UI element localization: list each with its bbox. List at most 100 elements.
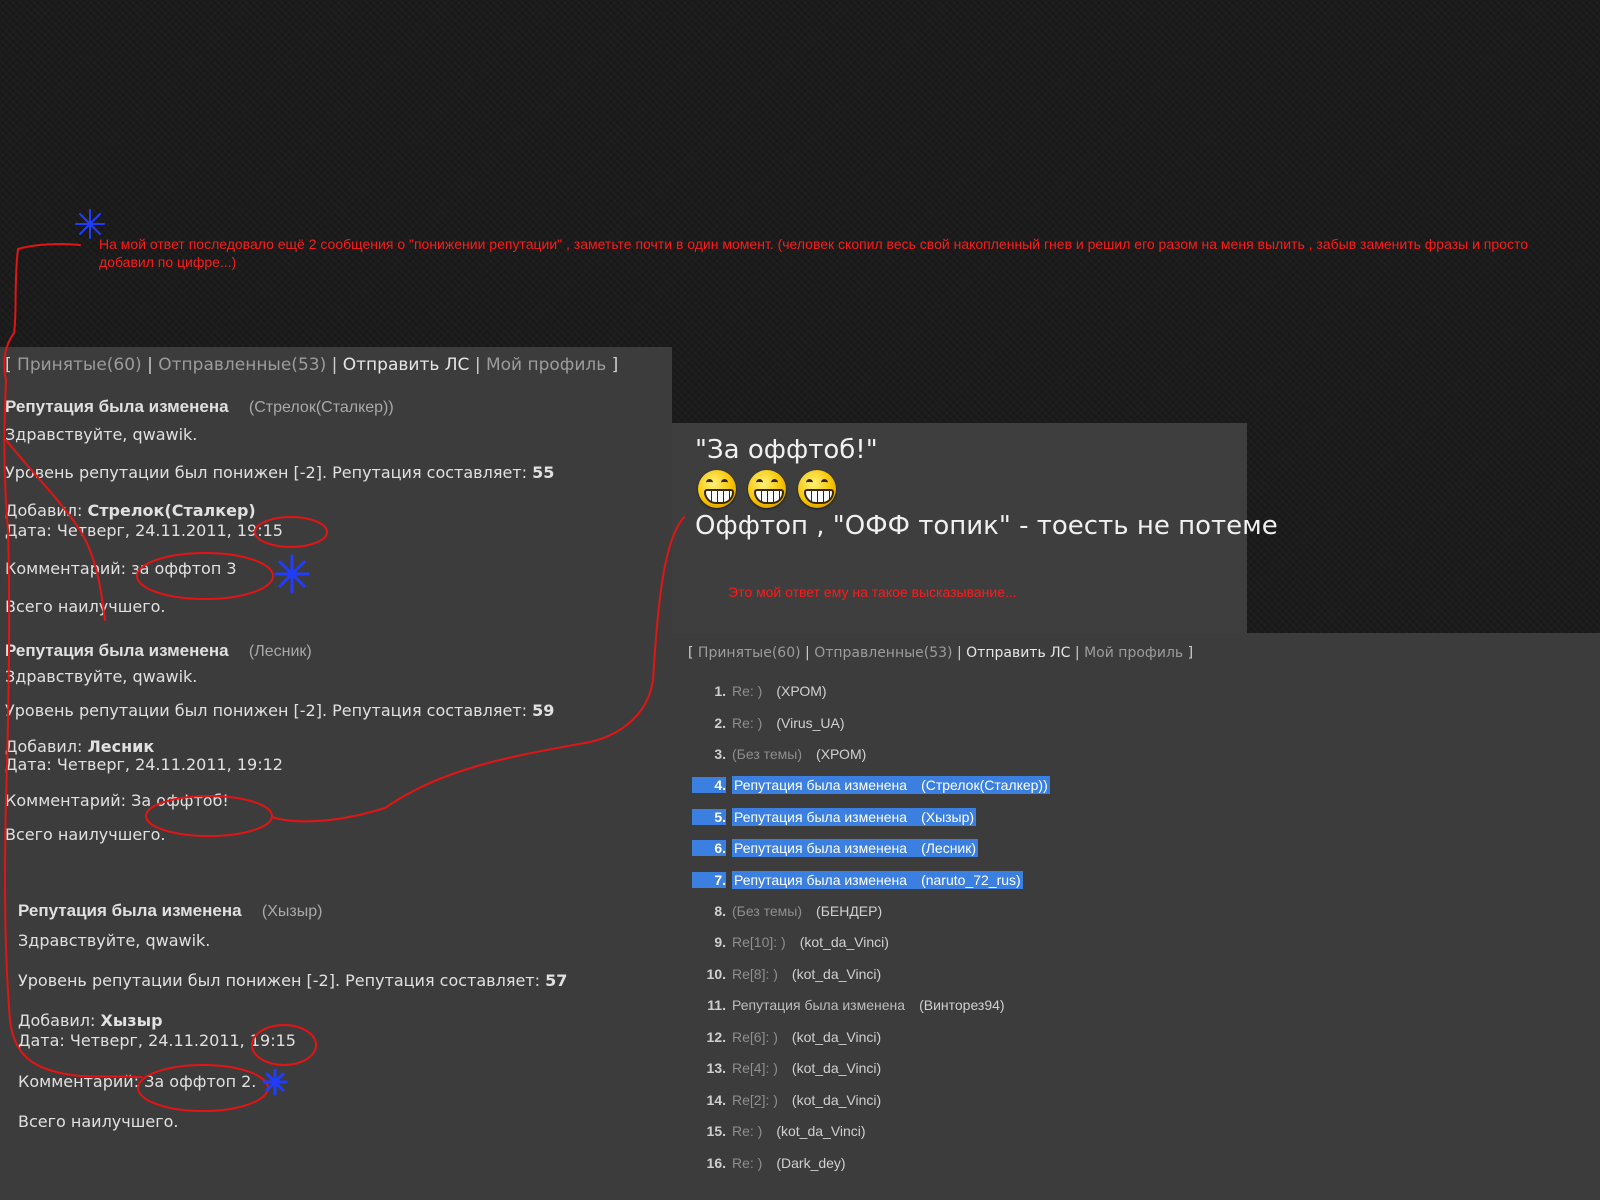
inbox-row-sender[interactable]: (ХРОМ): [776, 683, 826, 699]
inbox-row-subject[interactable]: (Без темы): [732, 903, 802, 919]
inbox-row-number: 8.: [714, 903, 726, 919]
inbox-row-subject[interactable]: Re: ): [732, 683, 762, 699]
inbox-row[interactable]: 9. Re[10]: ) (kot_da_Vinci): [692, 934, 889, 950]
inbox-row-subject[interactable]: Re: ): [732, 1123, 762, 1139]
comment-line: Комментарий: за оффтоп 3: [5, 559, 237, 578]
blue-asterisk-icon: [75, 209, 105, 239]
message-sender[interactable]: (Лесник): [249, 643, 312, 660]
nav-profile-link[interactable]: Мой профиль: [1084, 645, 1183, 661]
message-header: Репутация была изменена (Хызыр): [18, 901, 322, 921]
inbox-panel: [ Принятые(60) | Отправленные(53) | Отпр…: [672, 633, 1600, 1200]
inbox-row-sender[interactable]: (Винторез94): [919, 997, 1005, 1013]
inbox-row-sender[interactable]: (kot_da_Vinci): [792, 1029, 881, 1045]
inbox-row[interactable]: 12. Re[6]: ) (kot_da_Vinci): [692, 1029, 882, 1045]
inbox-row-sender[interactable]: (kot_da_Vinci): [792, 966, 881, 982]
comment-text: За оффтоп 2.: [144, 1072, 257, 1091]
author-name[interactable]: Стрелок(Сталкер): [88, 501, 256, 520]
inbox-row-sender[interactable]: (Хызыр): [921, 809, 974, 825]
reputation-value: 57: [545, 971, 568, 990]
comment-line: Комментарий: За оффтоб!: [5, 791, 229, 810]
inbox-row-subject[interactable]: Re[2]: ): [732, 1092, 778, 1108]
inbox-row-content: Репутация была изменена (Лесник): [732, 839, 979, 857]
reputation-value: 59: [532, 701, 555, 720]
inbox-row-number: 3.: [714, 746, 726, 762]
nav-profile-link[interactable]: Мой профиль: [486, 355, 606, 375]
inbox-row-sender[interactable]: (БЕНДЕР): [816, 903, 882, 919]
message-greeting: Здравствуйте, qwawik.: [5, 425, 198, 444]
message-greeting: Здравствуйте, qwawik.: [5, 667, 198, 686]
inbox-row[interactable]: 13. Re[4]: ) (kot_da_Vinci): [692, 1060, 882, 1076]
inbox-row[interactable]: 5. Репутация была изменена (Хызыр): [692, 808, 977, 826]
nav-bracket-close: ]: [611, 355, 619, 375]
inbox-row-number: 1.: [714, 683, 726, 699]
comment-text: за оффтоп 3: [131, 559, 237, 578]
nav-send-pm-link[interactable]: Отправить ЛС: [343, 355, 470, 375]
grin-smiley-icon: [798, 470, 836, 508]
inbox-row-number: 13.: [706, 1060, 726, 1076]
inbox-row-number: 7.: [692, 872, 726, 888]
inbox-row-number: 9.: [714, 934, 726, 950]
inbox-row-subject[interactable]: Re[8]: ): [732, 966, 778, 982]
inbox-row-sender[interactable]: (Virus_UA): [776, 715, 844, 731]
author-name[interactable]: Лесник: [88, 737, 155, 756]
inbox-row-subject[interactable]: Re[6]: ): [732, 1029, 778, 1045]
inbox-row-sender[interactable]: (Dark_dey): [776, 1155, 845, 1171]
inbox-row-sender[interactable]: (kot_da_Vinci): [776, 1123, 865, 1139]
inbox-row[interactable]: 10. Re[8]: ) (kot_da_Vinci): [692, 966, 882, 982]
message-sender[interactable]: (Стрелок(Сталкер)): [249, 399, 394, 416]
inbox-row-subject[interactable]: Репутация была изменена: [732, 997, 905, 1013]
inbox-row[interactable]: 14. Re[2]: ) (kot_da_Vinci): [692, 1092, 882, 1108]
added-by-line: Добавил: Хызыр: [18, 1011, 163, 1030]
inbox-row-content: (Без темы) (ХРОМ): [732, 746, 866, 762]
inbox-row[interactable]: 3. (Без темы) (ХРОМ): [692, 746, 866, 762]
grin-smiley-icon: [748, 470, 786, 508]
nav-sent-link[interactable]: Отправленные(53): [814, 645, 952, 661]
inbox-row-sender[interactable]: (Лесник): [921, 840, 976, 856]
author-name[interactable]: Хызыр: [101, 1011, 163, 1030]
inbox-row-content: Репутация была изменена (Винторез94): [732, 997, 1005, 1013]
inbox-row-number: 15.: [706, 1123, 726, 1139]
inbox-row-subject[interactable]: Re[10]: ): [732, 934, 786, 950]
inbox-row-subject[interactable]: Репутация была изменена: [734, 777, 907, 793]
inbox-row[interactable]: 1. Re: ) (ХРОМ): [692, 683, 826, 699]
inbox-row[interactable]: 6. Репутация была изменена (Лесник): [692, 839, 979, 857]
inbox-row-number: 5.: [692, 809, 726, 825]
inbox-row-sender[interactable]: (kot_da_Vinci): [800, 934, 889, 950]
inbox-row[interactable]: 4. Репутация была изменена (Стрелок(Сталке…: [692, 776, 1050, 794]
reputation-line: Уровень репутации был понижен [-2]. Репу…: [18, 971, 568, 990]
inbox-row-subject[interactable]: (Без темы): [732, 746, 802, 762]
nav-separator: |: [331, 355, 338, 375]
inbox-row[interactable]: 8. (Без темы) (БЕНДЕР): [692, 903, 882, 919]
message-farewell: Всего наилучшего.: [5, 597, 166, 616]
inbox-row-sender[interactable]: (kot_da_Vinci): [792, 1060, 881, 1076]
inbox-row-subject[interactable]: Репутация была изменена: [734, 840, 907, 856]
nav-bracket-open: [: [5, 355, 12, 375]
nav-received-link[interactable]: Принятые(60): [17, 355, 142, 375]
nav-received-link[interactable]: Принятые(60): [698, 645, 801, 661]
inbox-row[interactable]: 2. Re: ) (Virus_UA): [692, 715, 845, 731]
inbox-row-sender[interactable]: (Стрелок(Сталкер)): [921, 777, 1048, 793]
inbox-row-sender[interactable]: (ХРОМ): [816, 746, 866, 762]
message-subject: Репутация была изменена: [18, 901, 242, 920]
inbox-row[interactable]: 15. Re: ) (kot_da_Vinci): [692, 1123, 866, 1139]
nav-send-pm-link[interactable]: Отправить ЛС: [966, 645, 1070, 661]
inbox-row-content: Re: ) (Virus_UA): [732, 715, 845, 731]
nav-separator: |: [805, 645, 810, 661]
nav-sent-link[interactable]: Отправленные(53): [158, 355, 326, 375]
inbox-row[interactable]: 11. Репутация была изменена (Винторез94): [692, 997, 1005, 1013]
inbox-row-subject[interactable]: Re: ): [732, 715, 762, 731]
message-subject: Репутация была изменена: [5, 397, 229, 416]
inbox-row-subject[interactable]: Re: ): [732, 1155, 762, 1171]
inbox-row-content: Репутация была изменена (Хызыр): [732, 808, 977, 826]
inbox-row-content: Re[4]: ) (kot_da_Vinci): [732, 1060, 881, 1076]
inbox-row-sender[interactable]: (naruto_72_rus): [921, 872, 1021, 888]
inbox-row[interactable]: 7. Репутация была изменена (naruto_72_rus): [692, 871, 1023, 889]
inbox-row-subject[interactable]: Репутация была изменена: [734, 872, 907, 888]
inbox-row-sender[interactable]: (kot_da_Vinci): [792, 1092, 881, 1108]
inbox-row-subject[interactable]: Репутация была изменена: [734, 809, 907, 825]
nav-bracket-open: [: [688, 645, 694, 661]
nav-bracket-close: ]: [1187, 645, 1194, 661]
inbox-row[interactable]: 16. Re: ) (Dark_dey): [692, 1155, 846, 1171]
message-sender[interactable]: (Хызыр): [262, 903, 323, 920]
inbox-row-subject[interactable]: Re[4]: ): [732, 1060, 778, 1076]
